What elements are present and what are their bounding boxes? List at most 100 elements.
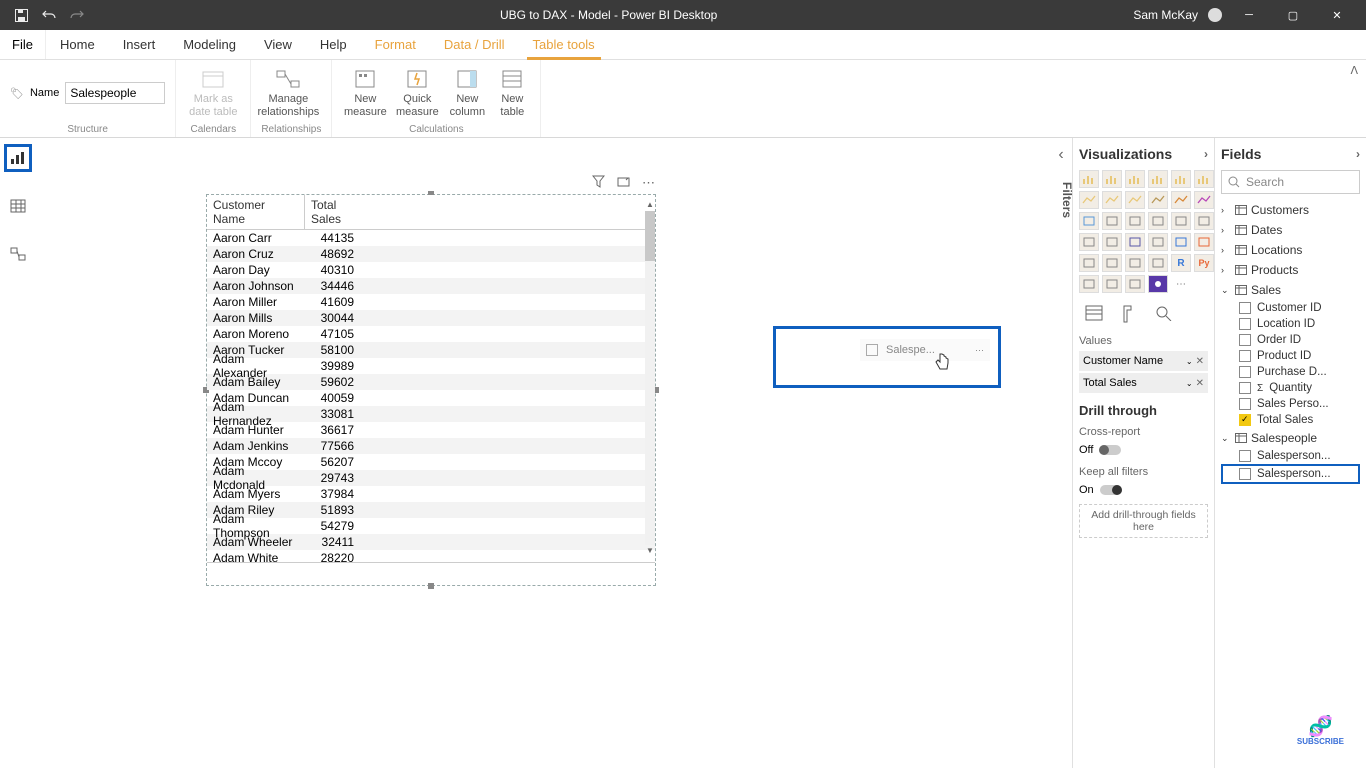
viz-type-button[interactable] bbox=[1148, 170, 1168, 188]
remove-field-icon[interactable]: ✕ bbox=[1196, 356, 1204, 367]
viz-type-button[interactable] bbox=[1102, 170, 1122, 188]
well-customer-name[interactable]: Customer Name ⌄ ✕ bbox=[1079, 351, 1208, 371]
table-row[interactable]: Adam White28220 bbox=[207, 550, 655, 562]
viz-type-button[interactable] bbox=[1148, 254, 1168, 272]
viz-type-button[interactable] bbox=[1148, 191, 1168, 209]
table-row[interactable]: Adam Mcdonald29743 bbox=[207, 470, 655, 486]
table-row[interactable]: Adam Myers37984 bbox=[207, 486, 655, 502]
quick-measure-button[interactable]: Quick measure bbox=[394, 68, 440, 118]
fields-search[interactable]: Search bbox=[1221, 170, 1360, 194]
slicer-visual[interactable]: Salespe... ⋯ bbox=[773, 326, 1001, 388]
slicer-more-icon[interactable]: ⋯ bbox=[975, 345, 984, 356]
table-row[interactable]: Aaron Day40310 bbox=[207, 262, 655, 278]
viz-type-button[interactable] bbox=[1148, 275, 1168, 293]
new-table-button[interactable]: New table bbox=[494, 68, 530, 118]
expand-icon[interactable]: › bbox=[1356, 147, 1360, 161]
menu-help[interactable]: Help bbox=[306, 30, 361, 59]
minimize-button[interactable]: ─ bbox=[1232, 0, 1266, 30]
viz-type-button[interactable]: R bbox=[1171, 254, 1191, 272]
field-checkbox[interactable] bbox=[1239, 302, 1251, 314]
viz-type-button[interactable] bbox=[1102, 275, 1122, 293]
cross-report-toggle[interactable] bbox=[1099, 445, 1121, 455]
menu-modeling[interactable]: Modeling bbox=[169, 30, 250, 59]
report-canvas[interactable]: ‹ Filters ⋯ Customer Name Total Sales Aa… bbox=[36, 138, 1072, 700]
col-total-sales[interactable]: Total Sales bbox=[305, 195, 360, 229]
table-row[interactable]: Adam Bailey59602 bbox=[207, 374, 655, 390]
fields-tab-icon[interactable] bbox=[1085, 305, 1103, 323]
scroll-down-icon[interactable]: ▼ bbox=[645, 546, 655, 556]
table-row[interactable]: Adam Alexander39989 bbox=[207, 358, 655, 374]
menu-insert[interactable]: Insert bbox=[109, 30, 170, 59]
subscribe-badge[interactable]: 🧬 SUBSCRIBE bbox=[1297, 717, 1344, 746]
field-column[interactable]: Order ID bbox=[1221, 332, 1360, 348]
report-view-button[interactable] bbox=[4, 144, 32, 172]
keep-filters-toggle[interactable] bbox=[1100, 485, 1122, 495]
field-checkbox[interactable] bbox=[1239, 414, 1251, 426]
table-visual[interactable]: ⋯ Customer Name Total Sales Aaron Carr44… bbox=[206, 194, 656, 586]
table-row[interactable]: Adam Thompson54279 bbox=[207, 518, 655, 534]
field-column[interactable]: Purchase D... bbox=[1221, 364, 1360, 380]
viz-type-button[interactable] bbox=[1079, 191, 1099, 209]
viz-type-button[interactable] bbox=[1102, 212, 1122, 230]
manage-relationships-button[interactable]: Manage relationships bbox=[261, 68, 315, 118]
focus-icon[interactable] bbox=[617, 175, 630, 191]
close-button[interactable]: ✕ bbox=[1320, 0, 1354, 30]
viz-type-button[interactable] bbox=[1125, 170, 1145, 188]
viz-type-button[interactable]: ⋯ bbox=[1171, 275, 1191, 293]
viz-type-button[interactable] bbox=[1194, 233, 1214, 251]
field-column[interactable]: Product ID bbox=[1221, 348, 1360, 364]
menu-home[interactable]: Home bbox=[46, 30, 109, 59]
field-checkbox[interactable] bbox=[1239, 450, 1251, 462]
table-row[interactable]: Aaron Cruz48692 bbox=[207, 246, 655, 262]
user-name[interactable]: Sam McKay bbox=[1133, 8, 1198, 22]
viz-type-button[interactable] bbox=[1125, 212, 1145, 230]
viz-type-button[interactable] bbox=[1102, 191, 1122, 209]
field-column[interactable]: ΣQuantity bbox=[1221, 380, 1360, 396]
field-checkbox[interactable] bbox=[1239, 334, 1251, 346]
field-table-products[interactable]: ›Products bbox=[1221, 260, 1360, 280]
field-column[interactable]: Salesperson... bbox=[1221, 464, 1360, 484]
data-view-button[interactable] bbox=[4, 192, 32, 220]
field-column[interactable]: Salesperson... bbox=[1221, 448, 1360, 464]
menu-view[interactable]: View bbox=[250, 30, 306, 59]
scroll-thumb[interactable] bbox=[645, 211, 655, 261]
table-row[interactable]: Adam Hunter36617 bbox=[207, 422, 655, 438]
viz-type-button[interactable] bbox=[1079, 233, 1099, 251]
analytics-tab-icon[interactable] bbox=[1155, 305, 1173, 323]
more-icon[interactable]: ⋯ bbox=[642, 175, 655, 191]
viz-type-button[interactable] bbox=[1079, 212, 1099, 230]
viz-type-button[interactable] bbox=[1125, 233, 1145, 251]
menu-data-drill[interactable]: Data / Drill bbox=[430, 30, 519, 59]
viz-type-button[interactable] bbox=[1079, 170, 1099, 188]
table-row[interactable]: Aaron Carr44135 bbox=[207, 230, 655, 246]
drill-through-dropzone[interactable]: Add drill-through fields here bbox=[1079, 504, 1208, 538]
table-scrollbar[interactable]: ▲ ▼ bbox=[645, 211, 655, 545]
viz-type-button[interactable] bbox=[1194, 191, 1214, 209]
field-checkbox[interactable] bbox=[1239, 318, 1251, 330]
field-checkbox[interactable] bbox=[1239, 398, 1251, 410]
field-column[interactable]: Total Sales bbox=[1221, 412, 1360, 428]
field-table-locations[interactable]: ›Locations bbox=[1221, 240, 1360, 260]
viz-type-button[interactable] bbox=[1148, 212, 1168, 230]
maximize-button[interactable]: ▢ bbox=[1276, 0, 1310, 30]
table-row[interactable]: Aaron Moreno47105 bbox=[207, 326, 655, 342]
undo-icon[interactable] bbox=[42, 8, 56, 22]
well-total-sales[interactable]: Total Sales ⌄ ✕ bbox=[1079, 373, 1208, 393]
scroll-up-icon[interactable]: ▲ bbox=[645, 200, 655, 210]
viz-type-button[interactable] bbox=[1171, 170, 1191, 188]
table-row[interactable]: Adam Hernandez33081 bbox=[207, 406, 655, 422]
menu-format[interactable]: Format bbox=[361, 30, 430, 59]
viz-type-button[interactable] bbox=[1125, 275, 1145, 293]
field-column[interactable]: Location ID bbox=[1221, 316, 1360, 332]
viz-type-button[interactable] bbox=[1102, 254, 1122, 272]
field-checkbox[interactable] bbox=[1239, 366, 1251, 378]
viz-type-button[interactable] bbox=[1079, 254, 1099, 272]
field-table-dates[interactable]: ›Dates bbox=[1221, 220, 1360, 240]
filter-icon[interactable] bbox=[592, 175, 605, 191]
viz-type-button[interactable]: Py bbox=[1194, 254, 1214, 272]
field-table-customers[interactable]: ›Customers bbox=[1221, 200, 1360, 220]
field-checkbox[interactable] bbox=[1239, 468, 1251, 480]
expand-icon[interactable]: › bbox=[1204, 147, 1208, 161]
viz-type-button[interactable] bbox=[1171, 212, 1191, 230]
viz-type-button[interactable] bbox=[1125, 191, 1145, 209]
